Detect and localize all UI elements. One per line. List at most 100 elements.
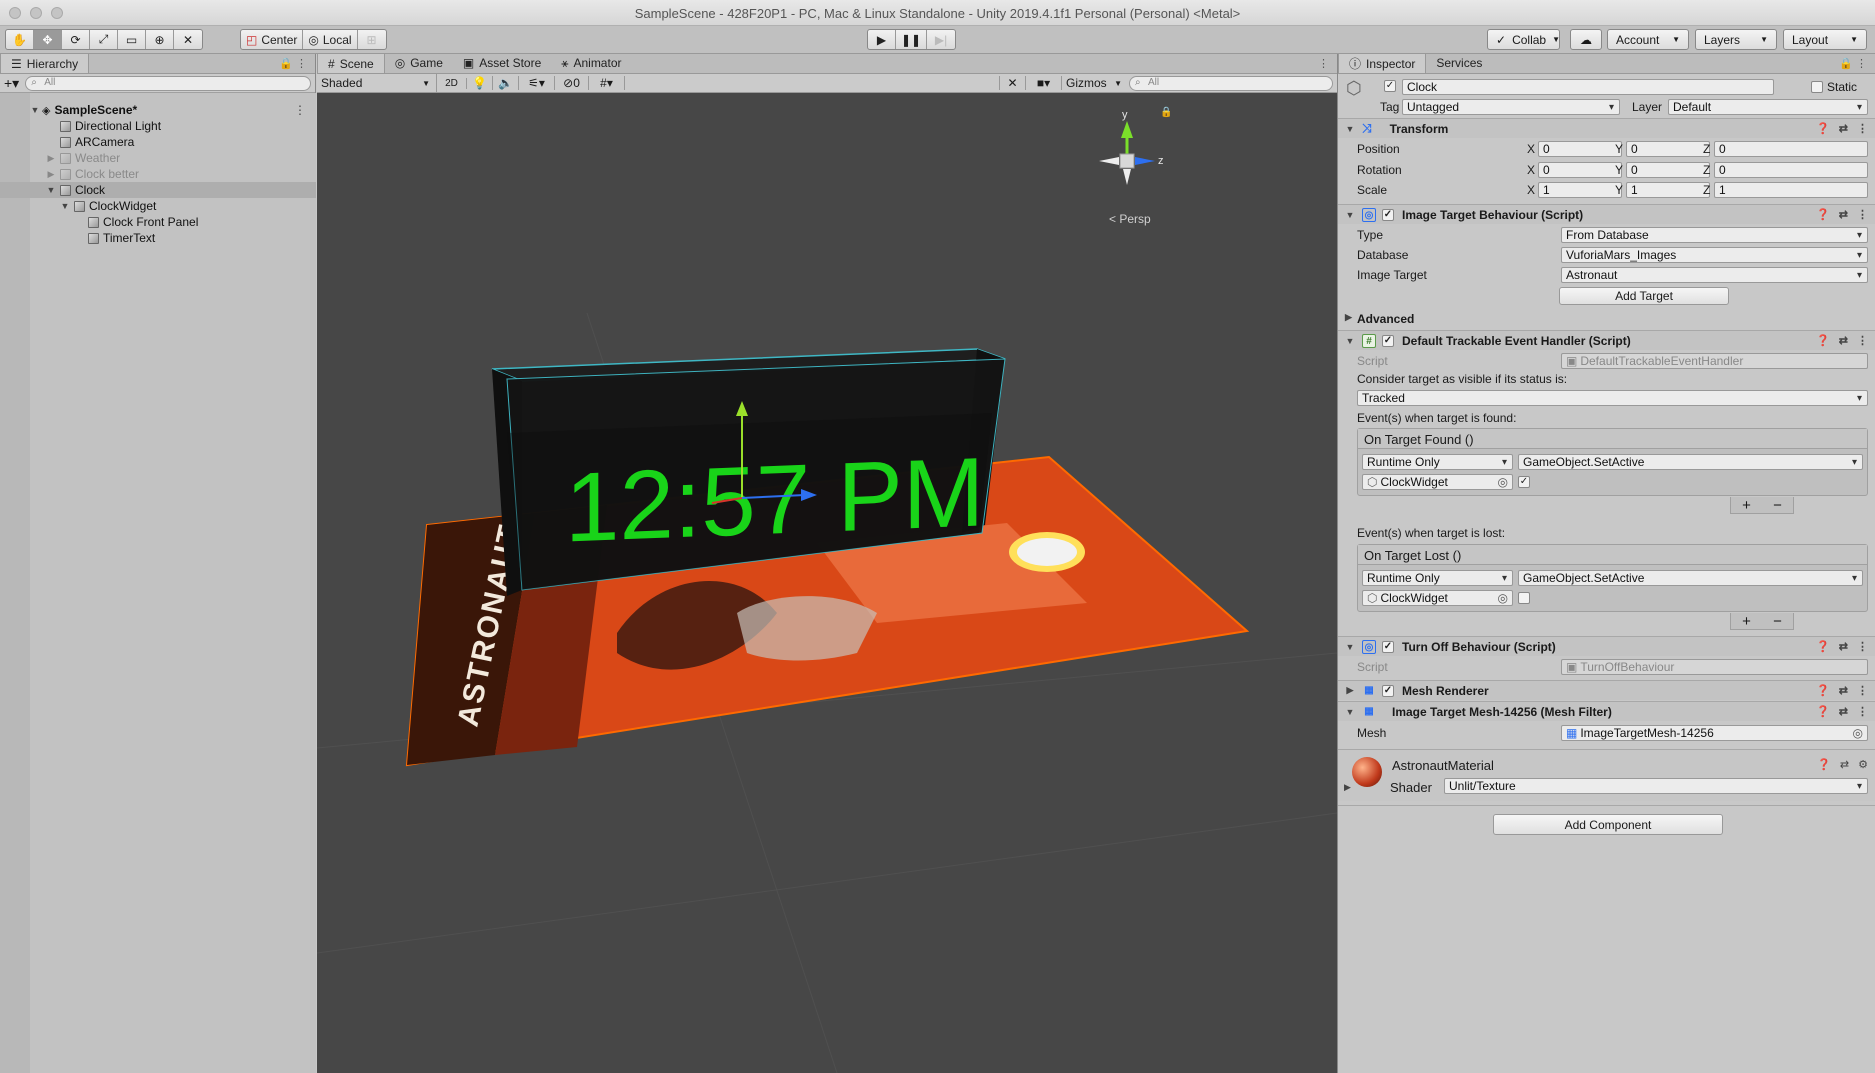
cloud-icon[interactable]: ☁ xyxy=(1570,29,1602,50)
position-z-field[interactable]: 0 xyxy=(1714,141,1868,157)
scene-search-input[interactable]: All xyxy=(1129,75,1333,91)
collapsed-arrow-icon[interactable]: ▶ xyxy=(1342,685,1358,696)
transform-header[interactable]: ▼ ⤨ Transform ❓ ⇄ ⋮ xyxy=(1338,118,1875,138)
tab-scene[interactable]: # Scene xyxy=(317,53,385,73)
lock-icon[interactable]: 🔒 xyxy=(1160,106,1172,118)
preset-icon[interactable]: ⇄ xyxy=(1839,122,1848,135)
database-dropdown[interactable]: VuforiaMars_Images xyxy=(1561,247,1868,263)
scale-y-field[interactable]: 1 xyxy=(1626,182,1710,198)
hierarchy-item-scene[interactable]: ▼ ◈ SampleScene* ⋮ xyxy=(0,102,316,118)
target-object-field[interactable]: ⬡ ClockWidget ◎ xyxy=(1362,590,1513,606)
enabled-checkbox[interactable]: ✓ xyxy=(1382,208,1394,221)
collapsed-arrow-icon[interactable]: ▶ xyxy=(46,153,56,164)
play-icon[interactable]: ▶ xyxy=(868,30,896,49)
type-dropdown[interactable]: From Database xyxy=(1561,227,1868,243)
rect-tool-icon[interactable]: ▭ xyxy=(118,30,146,49)
layer-dropdown[interactable]: Default xyxy=(1668,99,1868,115)
collapsed-arrow-icon[interactable]: ▶ xyxy=(46,169,56,180)
settings-gear-icon[interactable]: ⚙ xyxy=(1858,758,1868,771)
help-icon[interactable]: ❓ xyxy=(1816,334,1830,347)
turn-off-header[interactable]: ▼ ◎ ✓ Turn Off Behaviour (Script) ❓ ⇄ ⋮ xyxy=(1338,636,1875,656)
tag-dropdown[interactable]: Untagged xyxy=(1402,99,1620,115)
step-icon[interactable]: ▶| xyxy=(927,30,955,49)
rotation-y-field[interactable]: 0 xyxy=(1626,162,1710,178)
position-x-field[interactable]: 0 xyxy=(1538,141,1622,157)
remove-event-button[interactable]: − xyxy=(1773,613,1782,630)
hierarchy-item-arcamera[interactable]: ARCamera xyxy=(0,134,316,150)
custom-tool-icon[interactable]: ✕ xyxy=(174,30,202,49)
shader-dropdown[interactable]: Unlit/Texture xyxy=(1444,778,1868,794)
panel-menu-icon[interactable]: 🔒 ⋮ xyxy=(1839,57,1875,73)
add-component-button[interactable]: Add Component xyxy=(1493,814,1723,835)
tab-asset-store[interactable]: ▣ Asset Store xyxy=(453,53,551,73)
add-event-button[interactable]: + xyxy=(1742,613,1751,630)
hierarchy-search-input[interactable]: All xyxy=(25,75,311,91)
function-dropdown[interactable]: GameObject.SetActive xyxy=(1518,570,1863,586)
layout-dropdown[interactable]: Layout ▼ xyxy=(1783,29,1867,50)
hierarchy-item-clock-front-panel[interactable]: Clock Front Panel xyxy=(0,214,316,230)
move-tool-icon[interactable]: ✥ xyxy=(34,30,62,49)
runtime-dropdown[interactable]: Runtime Only xyxy=(1362,570,1513,586)
expand-arrow-icon[interactable]: ▼ xyxy=(46,185,56,195)
position-y-field[interactable]: 0 xyxy=(1626,141,1710,157)
scene-menu-icon[interactable]: ⋮ xyxy=(294,103,306,117)
help-icon[interactable]: ❓ xyxy=(1817,758,1831,771)
hand-tool-icon[interactable]: ✋ xyxy=(6,30,34,49)
expand-arrow-icon[interactable]: ▼ xyxy=(1342,210,1358,220)
pause-icon[interactable]: ❚❚ xyxy=(896,30,928,49)
rotate-tool-icon[interactable]: ⟳ xyxy=(62,30,90,49)
target-object-field[interactable]: ⬡ ClockWidget ◎ xyxy=(1362,474,1513,490)
image-target-dropdown[interactable]: Astronaut xyxy=(1561,267,1868,283)
orientation-gizmo[interactable]: y z 🔒 xyxy=(1099,106,1172,185)
audio-icon[interactable]: 🔈 xyxy=(493,76,519,90)
collab-dropdown[interactable]: ✓ Collab ▼ xyxy=(1487,29,1560,50)
remove-event-button[interactable]: − xyxy=(1773,497,1782,514)
menu-icon[interactable]: ⋮ xyxy=(1857,705,1868,718)
object-picker-icon[interactable]: ◎ xyxy=(1498,475,1508,489)
object-name-field[interactable]: Clock xyxy=(1402,79,1774,95)
mode-2d-button[interactable]: 2D xyxy=(437,77,467,89)
setactive-checkbox[interactable]: ✓ xyxy=(1518,476,1530,488)
lighting-icon[interactable]: 💡 xyxy=(467,76,493,90)
trackable-handler-header[interactable]: ▼ # ✓ Default Trackable Event Handler (S… xyxy=(1338,330,1875,350)
enabled-checkbox[interactable]: ✓ xyxy=(1382,334,1394,347)
help-icon[interactable]: ❓ xyxy=(1816,705,1830,718)
grid-snap-icon[interactable]: ⊞ xyxy=(358,30,386,49)
shading-mode-dropdown[interactable]: Shaded ▼ xyxy=(317,73,437,93)
tab-animator[interactable]: ⚹ Animator xyxy=(551,53,631,73)
expand-arrow-icon[interactable]: ▼ xyxy=(1342,336,1358,346)
expand-arrow-icon[interactable]: ▼ xyxy=(1342,642,1358,652)
scale-z-field[interactable]: 1 xyxy=(1714,182,1868,198)
hierarchy-item-clockwidget[interactable]: ▼ ClockWidget xyxy=(0,198,316,214)
component-menu-icons[interactable]: ❓ ⇄ ⋮ xyxy=(1816,208,1868,221)
menu-icon[interactable]: ⋮ xyxy=(1857,208,1868,221)
static-checkbox[interactable] xyxy=(1811,81,1823,93)
effects-icon[interactable]: ⚟▾ xyxy=(519,76,555,90)
scale-tool-icon[interactable]: ⤢ xyxy=(90,30,118,49)
menu-icon[interactable]: ⋮ xyxy=(1857,122,1868,135)
component-menu-icons[interactable]: ❓ ⇄ ⋮ xyxy=(1816,122,1868,135)
collapsed-arrow-icon[interactable]: ▶ xyxy=(1344,782,1351,793)
add-target-button[interactable]: Add Target xyxy=(1559,287,1729,305)
expand-arrow-icon[interactable]: ▼ xyxy=(1342,707,1358,717)
help-icon[interactable]: ❓ xyxy=(1816,684,1830,697)
transform-tool-icon[interactable]: ⊕ xyxy=(146,30,174,49)
mesh-filter-header[interactable]: ▼ ▦ Image Target Mesh-14256 (Mesh Filter… xyxy=(1338,701,1875,721)
tab-inspector[interactable]: ⓘ Inspector xyxy=(1338,53,1427,73)
expand-arrow-icon[interactable]: ▼ xyxy=(30,105,40,115)
setactive-checkbox[interactable] xyxy=(1518,592,1530,604)
scene-grid-icon[interactable]: #▾ xyxy=(589,76,625,90)
help-icon[interactable]: ❓ xyxy=(1816,122,1830,135)
preset-icon[interactable]: ⇄ xyxy=(1840,758,1849,771)
rotation-x-field[interactable]: 0 xyxy=(1538,162,1622,178)
status-dropdown[interactable]: Tracked xyxy=(1357,390,1868,406)
hierarchy-item-clock-better[interactable]: ▶ Clock better xyxy=(0,166,316,182)
preset-icon[interactable]: ⇄ xyxy=(1839,334,1848,347)
tab-services[interactable]: Services xyxy=(1426,53,1492,73)
object-picker-icon[interactable]: ◎ xyxy=(1498,591,1508,605)
component-menu-icons[interactable]: ❓ ⇄ ⚙ xyxy=(1817,758,1868,771)
expand-arrow-icon[interactable]: ▼ xyxy=(1342,124,1358,134)
hierarchy-item-weather[interactable]: ▶ Weather xyxy=(0,150,316,166)
pivot-local-button[interactable]: ◎ Local xyxy=(303,30,358,49)
scale-x-field[interactable]: 1 xyxy=(1538,182,1622,198)
